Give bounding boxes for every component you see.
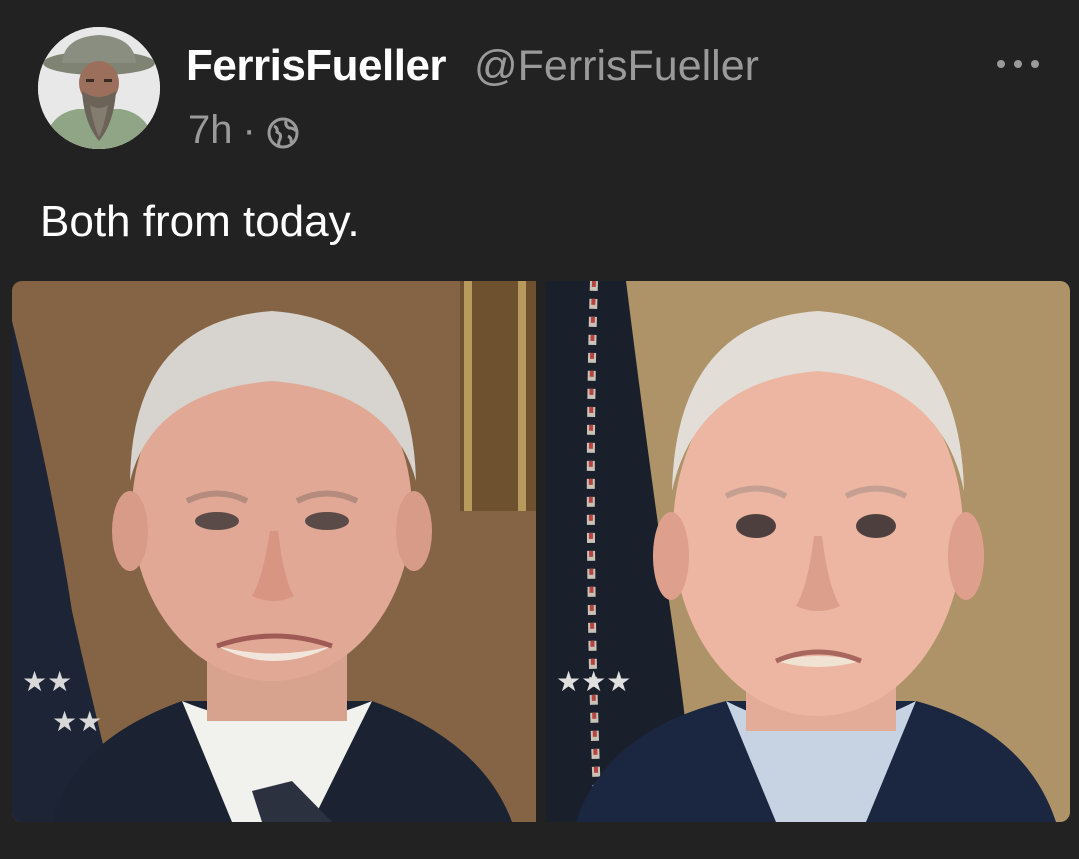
- author-handle[interactable]: @FerrisFueller: [474, 38, 759, 94]
- globe-icon: [266, 115, 300, 149]
- post-text: Both from today.: [40, 197, 360, 246]
- author-name[interactable]: FerrisFueller: [186, 38, 447, 94]
- post-time[interactable]: 7h: [188, 108, 233, 153]
- meta-separator: ·: [242, 107, 256, 152]
- media-grid: ★★ ★★ ★★★: [12, 281, 1070, 822]
- more-options-icon[interactable]: [988, 44, 1048, 84]
- svg-text:★★: ★★: [22, 665, 72, 698]
- left-photo[interactable]: ★★ ★★: [12, 281, 536, 822]
- post-meta: 7h ·: [188, 104, 300, 156]
- post-card: FerrisFueller @FerrisFueller 7h · Both f…: [0, 0, 1079, 859]
- avatar[interactable]: [38, 27, 160, 149]
- svg-text:★★★: ★★★: [556, 665, 631, 698]
- right-photo[interactable]: ★★★: [546, 281, 1070, 822]
- svg-text:★★: ★★: [52, 705, 102, 738]
